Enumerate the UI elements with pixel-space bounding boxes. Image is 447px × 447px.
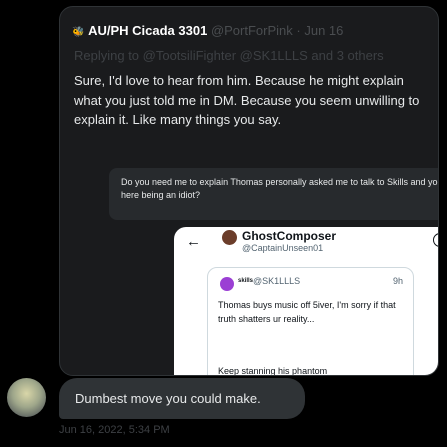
tweet-date[interactable]: Jun 16: [304, 23, 343, 38]
reply-message-bubble[interactable]: Dumbest move you could make.: [59, 378, 305, 419]
tweet-header: 🐝 AU/PH Cicada 3301 @PortForPink · Jun 1…: [72, 23, 343, 38]
inner-avatar: [220, 277, 234, 291]
bee-icon: 🐝: [72, 27, 85, 38]
inner-text: Thomas buys music off 5iver, I'm sorry i…: [218, 300, 396, 324]
inner-author-name: skills: [238, 278, 254, 284]
embed-avatar: [222, 230, 237, 245]
embedded-screenshot[interactable]: ← GhostComposer @CaptainUnseen01 i skill…: [174, 227, 438, 376]
author-handle[interactable]: @PortForPink: [211, 23, 293, 38]
info-icon[interactable]: i: [433, 233, 438, 247]
inner-time: 9h: [392, 276, 403, 286]
author-name[interactable]: AU/PH Cicada 3301: [88, 23, 207, 38]
replying-to: Replying to @TootsiliFighter @SK1LLLS an…: [74, 48, 384, 63]
inner-text-continued: Keep stanning his phantom: [218, 366, 328, 376]
avatar-icon[interactable]: [7, 378, 46, 417]
embed-author-name: GhostComposer: [242, 229, 337, 243]
inner-author-handle: @SK1LLLS: [253, 276, 301, 286]
back-arrow-icon[interactable]: ←: [186, 233, 201, 250]
embed-inner-tweet: skills @SK1LLLS 9h Thomas buys music off…: [207, 267, 414, 376]
tweet-body: Sure, I'd love to hear from him. Because…: [74, 73, 420, 127]
quoted-tweet-card[interactable]: 🐝 AU/PH Cicada 3301 @PortForPink · Jun 1…: [59, 6, 439, 376]
embed-author-handle: @CaptainUnseen01: [242, 243, 324, 253]
message-timestamp: Jun 16, 2022, 5:34 PM: [59, 424, 170, 436]
quoted-message: Do you need me to explain Thomas persona…: [109, 168, 438, 220]
separator-dot: ·: [296, 23, 301, 38]
